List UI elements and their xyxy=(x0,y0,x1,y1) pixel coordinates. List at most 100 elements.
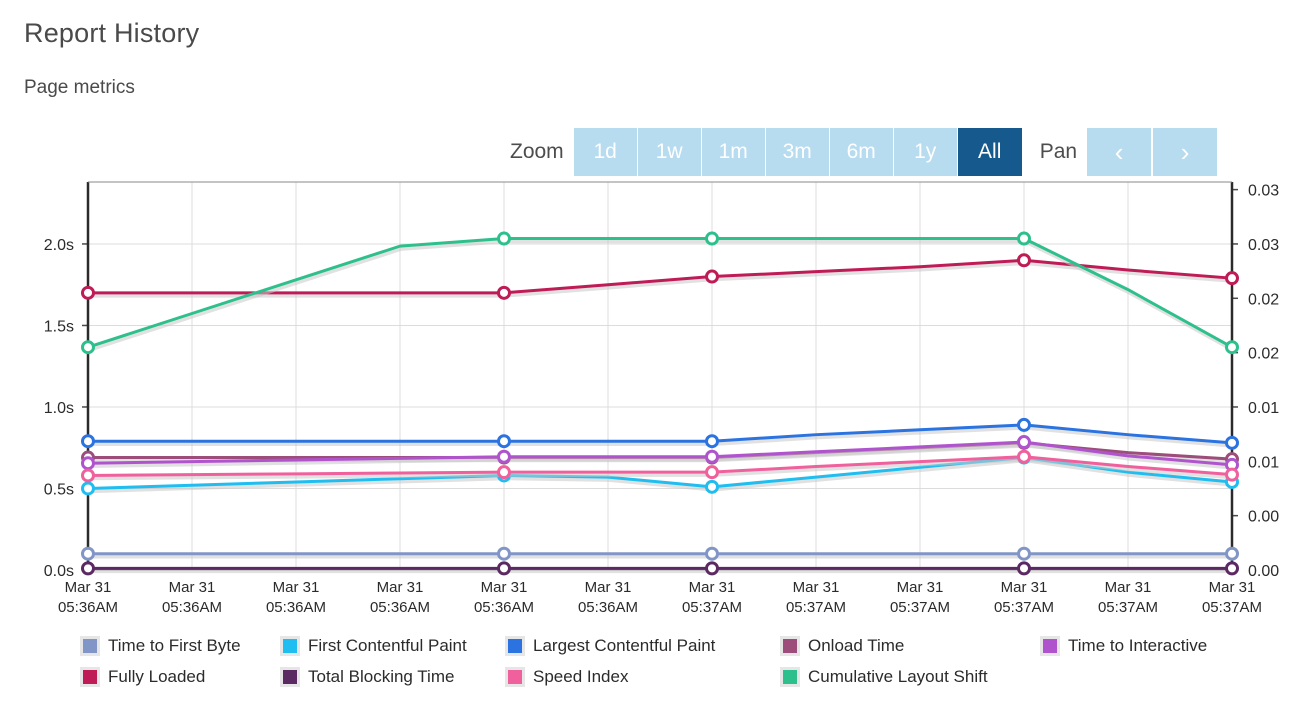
x-axis-tick-label-date: Mar 31 xyxy=(1209,579,1256,596)
series-marker xyxy=(1225,561,1239,576)
series-marker xyxy=(1017,417,1031,432)
legend-swatch-icon xyxy=(1040,635,1060,656)
series-marker xyxy=(81,456,95,471)
series-line xyxy=(86,440,1234,467)
zoom-button-1m[interactable]: 1m xyxy=(701,128,766,176)
page-subtitle: Page metrics xyxy=(24,77,135,98)
legend-item-label: Cumulative Layout Shift xyxy=(808,666,988,686)
series-marker xyxy=(1017,231,1031,246)
series-marker xyxy=(705,434,719,449)
x-axis-tick-label-time: 05:37AM xyxy=(1098,599,1158,616)
series-marker xyxy=(705,479,719,494)
pan-label: Pan xyxy=(1039,140,1078,163)
series-marker xyxy=(1225,340,1239,355)
x-axis-tick-label-time: 05:37AM xyxy=(682,599,742,616)
series-time-to-first-byte xyxy=(81,546,1239,561)
series-marker xyxy=(705,449,719,464)
series-marker xyxy=(497,468,511,483)
legend-item-label: First Contentful Paint xyxy=(308,635,467,655)
left-axis-tick-label: 1.5s xyxy=(44,318,74,335)
x-axis-tick-label-time: 05:36AM xyxy=(474,599,534,616)
range-selector: Zoom 1d 1w 1m 3m 6m 1y All Pan ‹ › xyxy=(510,128,1218,176)
series-line xyxy=(86,423,1234,445)
series-fully-loaded xyxy=(81,253,1239,300)
series-line xyxy=(86,237,1234,349)
right-axis-tick-label: 0.03 xyxy=(1248,237,1279,254)
series-marker xyxy=(705,546,719,561)
series-marker xyxy=(1017,435,1031,450)
series-marker xyxy=(705,465,719,480)
page-title: Report History xyxy=(24,18,200,48)
legend-item-label: Speed Index xyxy=(533,666,629,686)
series-line xyxy=(86,455,1234,477)
zoom-button-3m[interactable]: 3m xyxy=(765,128,830,176)
series-speed-index xyxy=(81,449,1239,483)
zoom-button-all[interactable]: All xyxy=(957,128,1022,176)
series-marker xyxy=(1225,546,1239,561)
legend-item-fully-loaded[interactable]: Fully Loaded xyxy=(80,661,205,692)
x-axis-tick-label-time: 05:37AM xyxy=(994,599,1054,616)
legend-item-time-to-first-byte[interactable]: Time to First Byte xyxy=(80,630,241,661)
series-line-shadow xyxy=(87,443,1235,470)
legend-item-largest-contentful-paint[interactable]: Largest Contentful Paint xyxy=(505,630,715,661)
series-time-to-interactive xyxy=(81,435,1239,472)
legend-item-label: Time to Interactive xyxy=(1068,635,1208,655)
series-line-shadow xyxy=(87,261,1235,298)
series-marker xyxy=(81,546,95,561)
series-line xyxy=(86,456,1234,490)
zoom-label: Zoom xyxy=(510,140,564,163)
series-marker xyxy=(81,450,95,465)
legend-swatch-icon xyxy=(505,666,525,687)
legend-swatch-icon xyxy=(280,666,300,687)
series-marker xyxy=(1225,467,1239,482)
legend-item-cumulative-layout-shift[interactable]: Cumulative Layout Shift xyxy=(780,661,988,692)
zoom-button-1d[interactable]: 1d xyxy=(573,128,638,176)
series-marker xyxy=(81,285,95,300)
x-axis-tick-label-date: Mar 31 xyxy=(689,579,736,596)
series-marker xyxy=(1017,561,1031,576)
x-axis-tick-label-date: Mar 31 xyxy=(1001,579,1048,596)
series-marker xyxy=(705,231,719,246)
legend-item-label: Fully Loaded xyxy=(108,666,206,686)
pan-button-group: ‹ › xyxy=(1087,128,1218,176)
legend-item-first-contentful-paint[interactable]: First Contentful Paint xyxy=(280,630,467,661)
series-marker xyxy=(81,468,95,483)
legend-swatch-icon xyxy=(780,635,800,656)
series-cumulative-layout-shift xyxy=(81,231,1239,355)
series-line xyxy=(86,258,1234,295)
legend-item-time-to-interactive[interactable]: Time to Interactive xyxy=(1040,630,1207,661)
zoom-button-1y[interactable]: 1y xyxy=(893,128,958,176)
x-axis-tick-label-date: Mar 31 xyxy=(65,579,112,596)
zoom-button-6m[interactable]: 6m xyxy=(829,128,894,176)
legend-item-speed-index[interactable]: Speed Index xyxy=(505,661,628,692)
left-axis-tick-label: 2.0s xyxy=(44,237,74,254)
legend-swatch-icon xyxy=(280,635,300,656)
series-line xyxy=(86,441,1234,461)
right-axis-tick-label: 0.02 xyxy=(1248,291,1279,308)
x-axis-tick-label-date: Mar 31 xyxy=(169,579,216,596)
series-marker xyxy=(1225,474,1239,489)
series-marker xyxy=(1225,457,1239,472)
left-axis-tick-label: 0.5s xyxy=(44,481,74,498)
legend-item-label: Largest Contentful Paint xyxy=(533,635,716,655)
series-marker xyxy=(497,231,511,246)
legend-item-onload-time[interactable]: Onload Time xyxy=(780,630,904,661)
series-line-shadow xyxy=(87,426,1235,448)
series-marker xyxy=(705,450,719,465)
zoom-button-1w[interactable]: 1w xyxy=(637,128,702,176)
series-marker xyxy=(1225,452,1239,467)
series-marker xyxy=(1225,271,1239,286)
series-marker xyxy=(705,561,719,576)
pan-left-button[interactable]: ‹ xyxy=(1087,128,1152,176)
series-line-shadow xyxy=(87,457,1235,481)
series-marker xyxy=(1017,450,1031,465)
left-axis-tick-label: 1.0s xyxy=(44,400,74,417)
legend-item-total-blocking-time[interactable]: Total Blocking Time xyxy=(280,661,454,692)
series-marker xyxy=(705,269,719,284)
series-marker xyxy=(81,561,95,576)
series-marker xyxy=(497,546,511,561)
series-marker xyxy=(81,340,95,355)
right-axis-tick-label: 0.03 xyxy=(1248,183,1279,200)
series-marker xyxy=(81,481,95,496)
pan-right-button[interactable]: › xyxy=(1153,128,1218,176)
